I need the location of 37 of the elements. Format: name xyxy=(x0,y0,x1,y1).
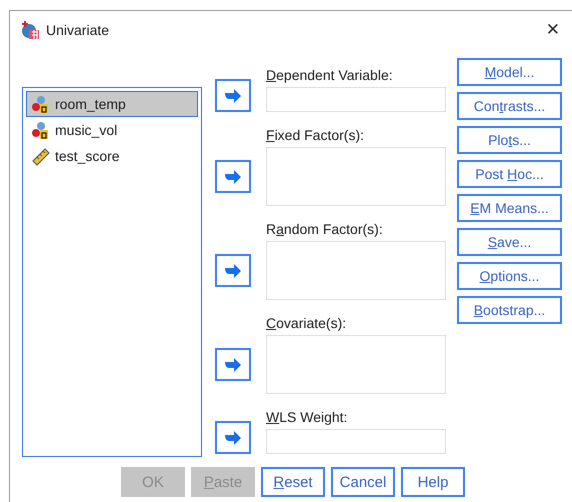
shapes-icon xyxy=(31,120,51,140)
variable-item[interactable]: test_score xyxy=(26,143,198,169)
move-button[interactable] xyxy=(215,79,251,112)
arrow-icon xyxy=(224,430,242,446)
move-button[interactable] xyxy=(215,254,251,287)
variable-item[interactable]: music_vol xyxy=(26,117,198,143)
arrow-icon xyxy=(224,88,242,104)
dialog-button[interactable]: Post Hoc... xyxy=(457,160,562,188)
variable-item[interactable]: room_temp xyxy=(26,91,198,117)
move-button[interactable] xyxy=(215,348,251,381)
field-label: Fixed Factor(s): xyxy=(266,127,366,143)
window-title: Univariate xyxy=(46,22,110,38)
field-label: Random Factor(s): xyxy=(266,221,384,237)
dialog-button[interactable]: Help xyxy=(401,467,465,497)
dialog-button[interactable]: Reset xyxy=(261,467,325,497)
field-label: Covariate(s): xyxy=(266,315,348,331)
field-label: WLS Weight: xyxy=(266,409,348,425)
dialog-button[interactable]: EM Means... xyxy=(457,194,562,222)
arrow-icon xyxy=(224,356,242,372)
arrow-icon xyxy=(224,168,242,184)
input-field[interactable] xyxy=(266,87,446,112)
dialog-button[interactable]: Model... xyxy=(457,58,562,86)
dialog-button[interactable]: Bootstrap... xyxy=(457,296,562,324)
dialog-button[interactable]: Plots... xyxy=(457,126,562,154)
move-button[interactable] xyxy=(215,421,251,454)
input-field[interactable] xyxy=(266,429,446,454)
close-button[interactable]: ✕ xyxy=(542,20,564,40)
dialog-button[interactable]: Cancel xyxy=(331,467,395,497)
arrow-icon xyxy=(224,262,242,278)
move-button[interactable] xyxy=(215,160,251,193)
ruler-icon xyxy=(31,146,51,166)
dialog-button[interactable]: Options... xyxy=(457,262,562,290)
dialog-button[interactable]: Contrasts... xyxy=(457,92,562,120)
shapes-icon xyxy=(31,94,51,114)
field-label: Dependent Variable: xyxy=(266,67,394,83)
app-icon xyxy=(20,20,40,40)
dialog-button[interactable]: Save... xyxy=(457,228,562,256)
